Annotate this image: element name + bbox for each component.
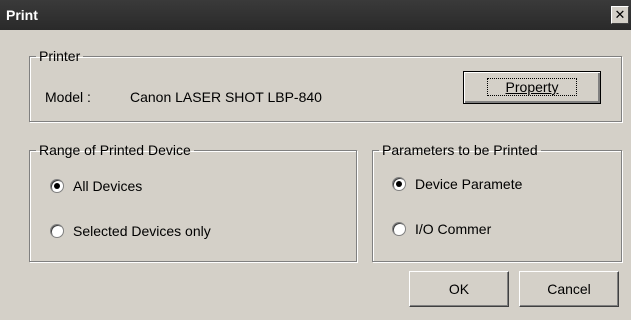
radio-label: Device Paramete [415,176,523,192]
close-icon: ✕ [614,7,626,22]
params-group: Parameters to be Printed [372,142,622,262]
range-group-legend: Range of Printed Device [39,142,191,158]
radio-label: Selected Devices only [73,223,211,239]
radio-button[interactable] [50,179,64,193]
dialog-title: Print [6,7,38,23]
model-label: Model : [45,89,91,105]
property-button-label: Property [486,78,578,96]
radio-label: All Devices [73,178,143,194]
property-button[interactable]: Property [463,71,601,104]
ok-button-label: OK [448,281,470,297]
radio-button[interactable] [392,177,406,191]
radio-button[interactable] [50,224,64,238]
cancel-button-label: Cancel [547,281,591,297]
print-dialog: Print ✕ Printer Model : Canon LASER SHOT… [0,0,631,320]
title-bar[interactable]: Print ✕ [0,0,631,30]
radio-selected-devices[interactable]: Selected Devices only [50,223,211,239]
close-button[interactable]: ✕ [611,6,629,24]
model-value: Canon LASER SHOT LBP-840 [130,89,322,105]
range-group: Range of Printed Device [29,142,357,262]
printer-group-legend: Printer [39,48,81,64]
radio-all-devices[interactable]: All Devices [50,178,142,194]
radio-label: I/O Commer [415,221,492,237]
radio-button[interactable] [392,222,406,236]
ok-button[interactable]: OK [409,271,509,307]
params-group-legend: Parameters to be Printed [382,142,538,158]
cancel-button[interactable]: Cancel [519,271,619,307]
radio-io-commands[interactable]: I/O Commer [392,221,491,237]
radio-device-parameters[interactable]: Device Paramete [392,176,522,192]
